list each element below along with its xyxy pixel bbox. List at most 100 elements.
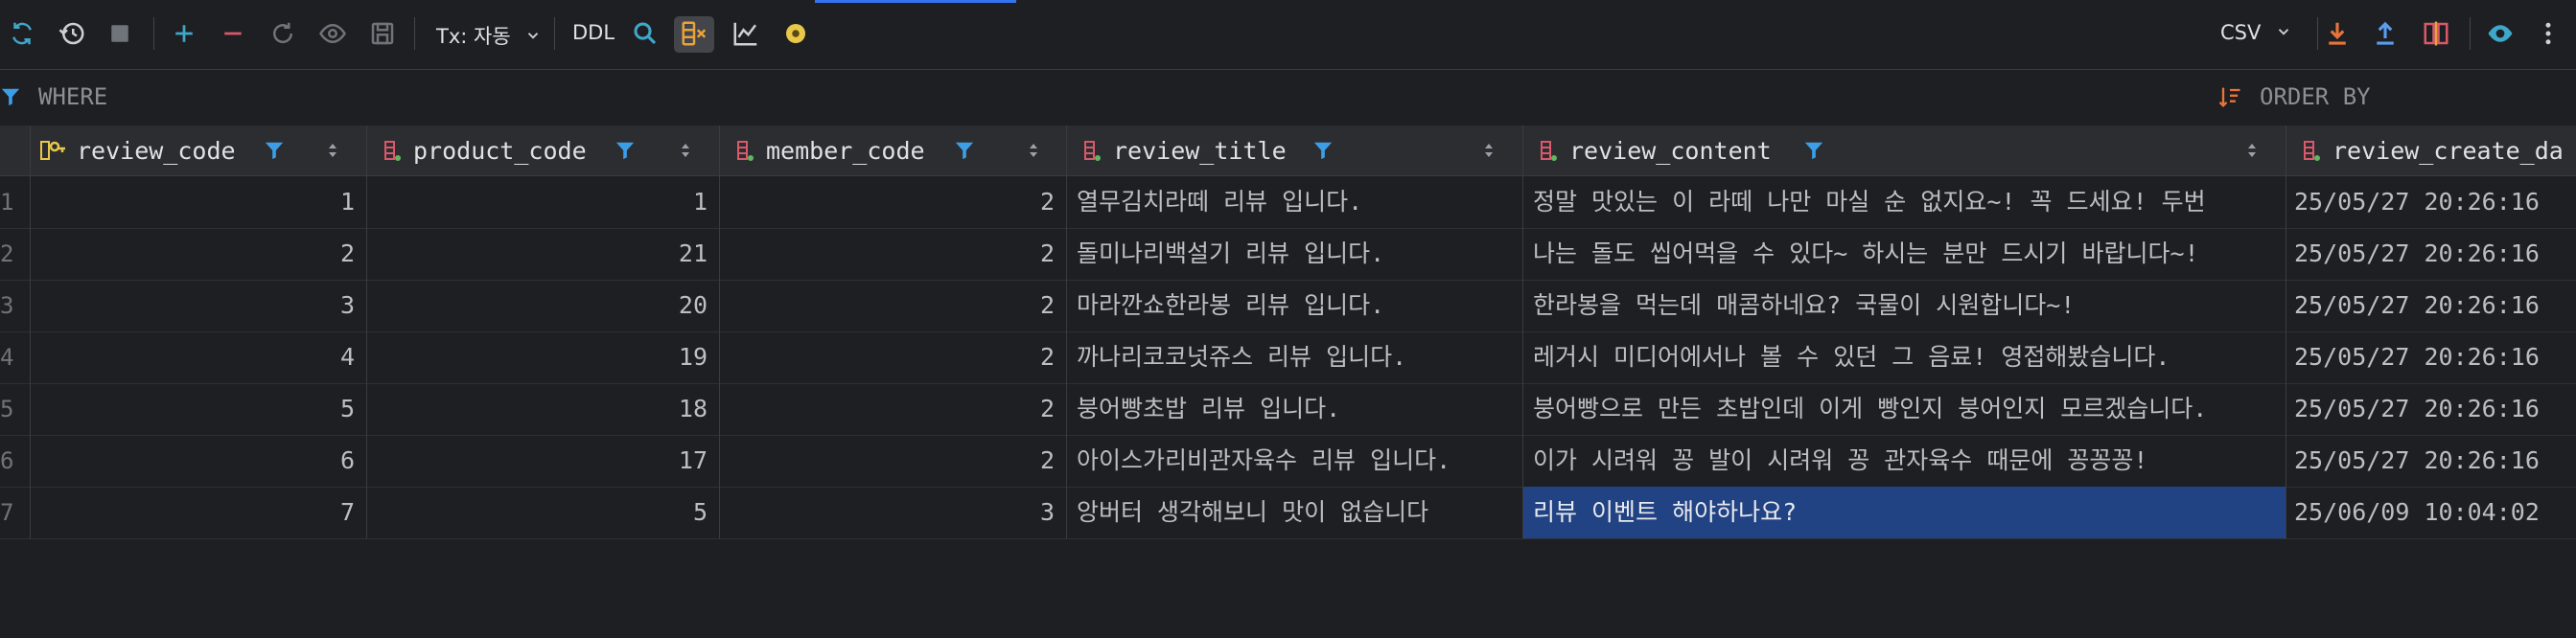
- cell-review-code[interactable]: 7: [31, 487, 367, 538]
- column-header-product-code[interactable]: product_code: [367, 125, 720, 175]
- preview-icon[interactable]: [315, 16, 350, 51]
- column-header-review-title[interactable]: review_title: [1067, 125, 1523, 175]
- column-header-review-create-date[interactable]: review_create_da: [2286, 125, 2576, 175]
- export-format-dropdown[interactable]: CSV: [2220, 21, 2292, 45]
- cell-review-code[interactable]: 1: [31, 176, 367, 228]
- column-header-review-code[interactable]: review_code: [31, 125, 367, 175]
- column-filter-icon[interactable]: [615, 139, 636, 162]
- view-icon[interactable]: [2483, 16, 2518, 51]
- transaction-mode-dropdown[interactable]: Tx: 자동: [436, 21, 542, 50]
- cell-review-title[interactable]: 앙버터 생각해보니 맛이 없습니다: [1067, 487, 1523, 538]
- column-icon: [1082, 139, 1103, 164]
- cell-product-code[interactable]: 19: [367, 331, 720, 383]
- cell-review-create-date[interactable]: 25/05/27 20:26:16: [2286, 383, 2576, 435]
- cell-review-create-date[interactable]: 25/05/27 20:26:16: [2286, 280, 2576, 331]
- cell-member-code[interactable]: 2: [720, 435, 1067, 487]
- toolbar-separator: [2470, 17, 2471, 50]
- table-row[interactable]: 5 5 18 2 붕어빵초밥 리뷰 입니다. 붕어빵으로 만든 초밥인데 이게 빵인지 붕…: [0, 383, 2576, 436]
- column-filter-icon[interactable]: [1312, 139, 1334, 162]
- cell-product-code[interactable]: 18: [367, 383, 720, 435]
- cell-product-code[interactable]: 5: [367, 487, 720, 538]
- table-row[interactable]: 3 3 20 2 마라깐쇼한라봉 리뷰 입니다. 한라봉을 먹는데 매콤하네요? 국물이 …: [0, 280, 2576, 332]
- cell-review-title[interactable]: 까나리코코넛쥬스 리뷰 입니다.: [1067, 331, 1523, 383]
- column-sort-icon[interactable]: [679, 139, 692, 162]
- cell-review-content[interactable]: 이가 시려워 꽁 발이 시려워 꽁 관자육수 때문에 꽁꽁꽁!: [1523, 435, 2286, 487]
- refresh-icon[interactable]: [5, 16, 39, 51]
- cell-review-code[interactable]: 5: [31, 383, 367, 435]
- cell-review-title[interactable]: 붕어빵초밥 리뷰 입니다.: [1067, 383, 1523, 435]
- pin-icon[interactable]: [778, 16, 813, 51]
- stop-icon[interactable]: [103, 16, 137, 51]
- cell-review-content[interactable]: 나는 돌도 씹어먹을 수 있다~ 하시는 분만 드시기 바랍니다~!: [1523, 228, 2286, 280]
- cell-product-code[interactable]: 17: [367, 435, 720, 487]
- cell-product-code[interactable]: 21: [367, 228, 720, 280]
- cell-review-title[interactable]: 아이스가리비관자육수 리뷰 입니다.: [1067, 435, 1523, 487]
- export-format-label: CSV: [2220, 21, 2262, 44]
- filter-bar: WHERE ORDER BY: [0, 69, 2576, 126]
- chart-icon[interactable]: [729, 16, 763, 51]
- cell-review-code[interactable]: 6: [31, 435, 367, 487]
- cell-review-title[interactable]: 마라깐쇼한라봉 리뷰 입니다.: [1067, 280, 1523, 331]
- cell-member-code[interactable]: 2: [720, 280, 1067, 331]
- history-icon[interactable]: [55, 16, 89, 51]
- cell-product-code[interactable]: 1: [367, 176, 720, 228]
- table-row[interactable]: 7 7 5 3 앙버터 생각해보니 맛이 없습니다 리뷰 이벤트 해야하나요? 25/06/…: [0, 487, 2576, 539]
- cell-member-code[interactable]: 2: [720, 383, 1067, 435]
- cell-review-content[interactable]: 붕어빵으로 만든 초밥인데 이게 빵인지 붕어인지 모르겠습니다.: [1523, 383, 2286, 435]
- table-row[interactable]: 2 2 21 2 돌미나리백설기 리뷰 입니다. 나는 돌도 씹어먹을 수 있다~ 하시는…: [0, 228, 2576, 281]
- delete-row-icon[interactable]: [216, 16, 250, 51]
- row-number: 4: [0, 331, 31, 383]
- revert-icon[interactable]: [266, 16, 300, 51]
- order-by-input[interactable]: ORDER BY: [2260, 83, 2371, 110]
- cell-review-title[interactable]: 열무김치라떼 리뷰 입니다.: [1067, 176, 1523, 228]
- column-filter-icon[interactable]: [1803, 139, 1824, 162]
- cell-review-content[interactable]: 리뷰 이벤트 해야하나요?: [1523, 487, 2286, 538]
- cell-review-create-date[interactable]: 25/06/09 10:04:02: [2286, 487, 2576, 538]
- cell-review-create-date[interactable]: 25/05/27 20:26:16: [2286, 228, 2576, 280]
- cell-member-code[interactable]: 3: [720, 487, 1067, 538]
- cell-member-code[interactable]: 2: [720, 176, 1067, 228]
- column-header-review-content[interactable]: review_content: [1523, 125, 2286, 175]
- compare-icon[interactable]: [2419, 16, 2453, 51]
- cell-review-create-date[interactable]: 25/05/27 20:26:16: [2286, 176, 2576, 228]
- cell-review-code[interactable]: 4: [31, 331, 367, 383]
- cell-product-code[interactable]: 20: [367, 280, 720, 331]
- more-options-icon[interactable]: [2531, 16, 2565, 51]
- transaction-mode-label: Tx: 자동: [436, 25, 511, 48]
- chevron-down-icon: [524, 26, 542, 49]
- row-number-header: [0, 125, 31, 175]
- import-icon[interactable]: [2368, 16, 2402, 51]
- cell-review-content[interactable]: 레거시 미디어에서나 볼 수 있던 그 음료! 영접해봤습니다.: [1523, 331, 2286, 383]
- ddl-button[interactable]: DDL: [572, 21, 615, 44]
- add-row-icon[interactable]: [167, 16, 201, 51]
- column-icon: [383, 139, 404, 164]
- cell-member-code[interactable]: 2: [720, 228, 1067, 280]
- column-sort-icon[interactable]: [1027, 139, 1040, 162]
- table-row[interactable]: 6 6 17 2 아이스가리비관자육수 리뷰 입니다. 이가 시려워 꽁 발이 시려워 꽁…: [0, 435, 2576, 488]
- cell-review-content[interactable]: 정말 맛있는 이 라떼 나만 마실 순 없지요~! 꼭 드세요! 두번: [1523, 176, 2286, 228]
- column-icon: [1539, 139, 1560, 164]
- column-filter-icon[interactable]: [954, 139, 975, 162]
- chevron-down-icon: [2275, 22, 2292, 45]
- transpose-grid-icon[interactable]: [677, 16, 711, 51]
- cell-review-create-date[interactable]: 25/05/27 20:26:16: [2286, 435, 2576, 487]
- search-icon[interactable]: [628, 16, 662, 51]
- cell-member-code[interactable]: 2: [720, 331, 1067, 383]
- where-filter-input[interactable]: WHERE: [38, 83, 107, 110]
- column-name: review_title: [1113, 137, 1287, 165]
- column-sort-icon[interactable]: [326, 139, 339, 162]
- cell-review-code[interactable]: 3: [31, 280, 367, 331]
- table-row[interactable]: 1 1 1 2 열무김치라떼 리뷰 입니다. 정말 맛있는 이 라떼 나만 마실 순 없지…: [0, 176, 2576, 229]
- cell-review-create-date[interactable]: 25/05/27 20:26:16: [2286, 331, 2576, 383]
- cell-review-code[interactable]: 2: [31, 228, 367, 280]
- export-icon[interactable]: [2320, 16, 2355, 51]
- cell-review-title[interactable]: 돌미나리백설기 리뷰 입니다.: [1067, 228, 1523, 280]
- column-header-member-code[interactable]: member_code: [720, 125, 1067, 175]
- column-filter-icon[interactable]: [264, 139, 285, 162]
- submit-icon[interactable]: [365, 16, 400, 51]
- column-sort-icon[interactable]: [1482, 139, 1496, 162]
- column-icon: [2302, 139, 2323, 164]
- column-sort-icon[interactable]: [2245, 139, 2259, 162]
- table-row[interactable]: 4 4 19 2 까나리코코넛쥬스 리뷰 입니다. 레거시 미디어에서나 볼 수 있던 그…: [0, 331, 2576, 384]
- cell-review-content[interactable]: 한라봉을 먹는데 매콤하네요? 국물이 시원합니다~!: [1523, 280, 2286, 331]
